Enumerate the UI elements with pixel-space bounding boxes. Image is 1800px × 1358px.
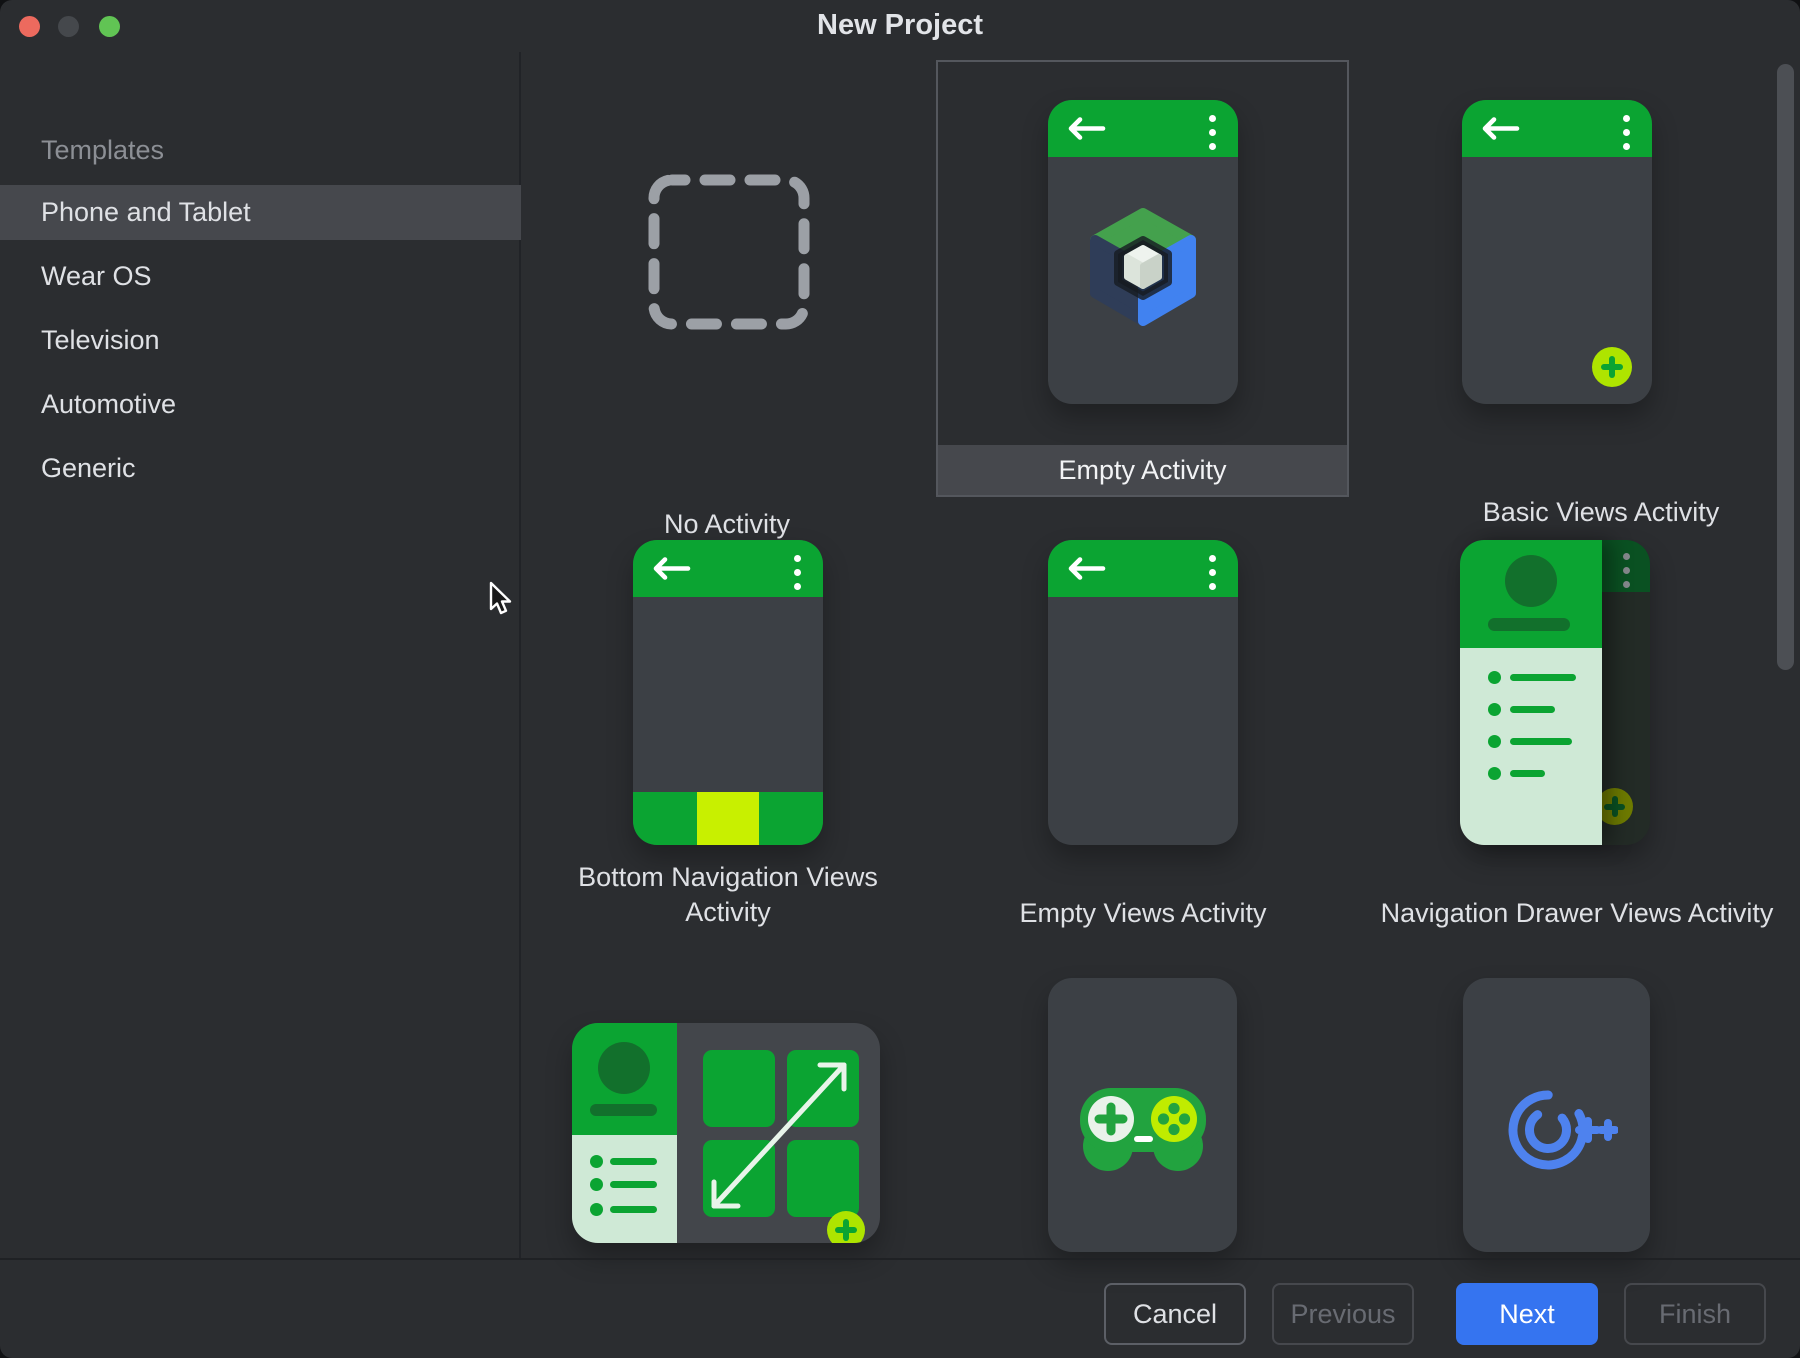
- drawer-list-item: [1488, 767, 1501, 780]
- template-card-basic-views-activity[interactable]: Basic Views Activity: [1421, 92, 1781, 512]
- new-project-dialog: New Project Templates Phone and Tablet W…: [0, 0, 1800, 1358]
- nav-drawer-panel: [1460, 540, 1602, 845]
- template-card-native-cpp[interactable]: [1463, 978, 1650, 1252]
- fab-plus-icon: [1592, 347, 1632, 387]
- drawer-list-item: [1488, 703, 1501, 716]
- sidebar-item-wear-os[interactable]: Wear OS: [0, 249, 521, 304]
- sidebar-item-television[interactable]: Television: [0, 313, 521, 368]
- compose-logo-icon: [1083, 205, 1203, 329]
- cpp-logo-icon: [1503, 1084, 1618, 1176]
- drawer-header: [1460, 540, 1602, 648]
- sidebar-item-generic[interactable]: Generic: [0, 441, 521, 496]
- template-card-bottom-navigation-views-activity[interactable]: Bottom Navigation Views Activity: [573, 530, 893, 980]
- back-arrow-icon: [1066, 117, 1106, 140]
- card-label: Basic Views Activity: [1441, 495, 1761, 530]
- fab-plus-icon: [827, 1211, 865, 1243]
- template-card-empty-views-activity[interactable]: Empty Views Activity: [983, 530, 1303, 980]
- sidebar: Templates Phone and Tablet Wear OS Telev…: [0, 52, 521, 1258]
- app-bar: [1048, 540, 1238, 597]
- phone-mockup: [1048, 540, 1238, 845]
- finish-button: Finish: [1624, 1283, 1766, 1345]
- card-label: Navigation Drawer Views Activity: [1367, 896, 1787, 931]
- avatar-name-bar: [1488, 618, 1570, 631]
- kebab-menu-icon: [1623, 553, 1630, 588]
- previous-button: Previous: [1272, 1283, 1414, 1345]
- sidebar-header: Templates: [41, 135, 164, 166]
- card-label: Empty Views Activity: [983, 896, 1303, 931]
- drawer-body: [1460, 648, 1602, 845]
- next-button[interactable]: Next: [1456, 1283, 1598, 1345]
- back-arrow-icon: [1066, 557, 1106, 580]
- bottom-nav-bar: [633, 792, 823, 845]
- scrollbar-thumb[interactable]: [1777, 64, 1794, 670]
- back-arrow-icon: [1480, 117, 1520, 140]
- kebab-menu-icon: [794, 555, 801, 590]
- dashed-placeholder-icon: [647, 173, 811, 331]
- titlebar: New Project: [0, 0, 1800, 52]
- cancel-button[interactable]: Cancel: [1104, 1283, 1246, 1345]
- phone-mockup: [633, 540, 823, 845]
- template-card-empty-activity[interactable]: Empty Activity: [936, 60, 1349, 497]
- drawer-list-item: [1488, 735, 1501, 748]
- gamepad-icon: [1078, 1086, 1208, 1174]
- template-card-navigation-drawer-views-activity[interactable]: Navigation Drawer Views Activity: [1347, 530, 1800, 980]
- bottom-nav-selected-tab: [697, 792, 759, 845]
- selected-card-label: Empty Activity: [938, 445, 1347, 495]
- card-label: Bottom Navigation Views Activity: [573, 860, 883, 930]
- app-bar: [1462, 100, 1652, 157]
- window-title: New Project: [0, 9, 1800, 42]
- phone-mockup: [1048, 100, 1238, 404]
- app-bar: [1048, 100, 1238, 157]
- drawer-list-item: [1488, 671, 1501, 684]
- kebab-menu-icon: [1623, 115, 1630, 150]
- phone-mockup: [1462, 100, 1652, 404]
- template-grid: No Activity: [521, 52, 1800, 1258]
- sidebar-item-automotive[interactable]: Automotive: [0, 377, 521, 432]
- template-card-no-activity[interactable]: No Activity: [627, 132, 947, 482]
- template-card-game-activity[interactable]: [1048, 978, 1237, 1252]
- avatar-icon: [1505, 555, 1557, 607]
- footer: Cancel Previous Next Finish: [0, 1258, 1800, 1358]
- app-bar: [633, 540, 823, 597]
- resize-arrow-icon: [572, 1023, 880, 1243]
- sidebar-item-phone-and-tablet[interactable]: Phone and Tablet: [0, 185, 521, 240]
- back-arrow-icon: [651, 557, 691, 580]
- template-card-tablet-responsive[interactable]: [572, 1023, 880, 1243]
- kebab-menu-icon: [1209, 555, 1216, 590]
- kebab-menu-icon: [1209, 115, 1216, 150]
